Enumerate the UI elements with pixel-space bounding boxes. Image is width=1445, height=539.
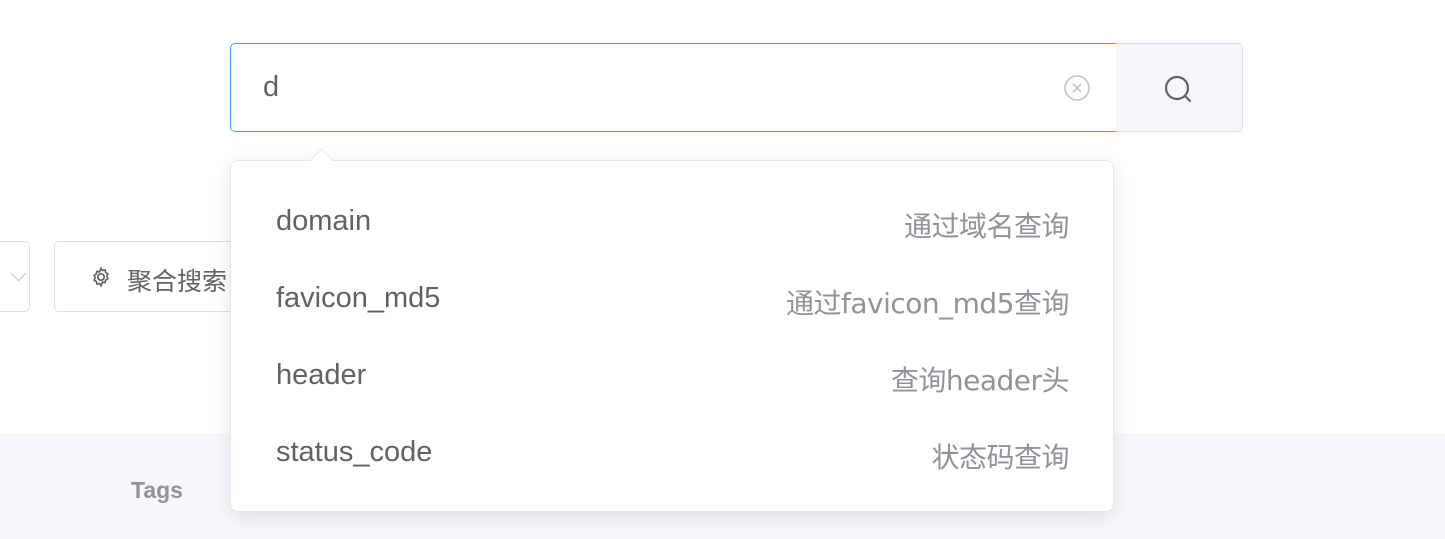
aggregate-search-label: 聚合搜索: [127, 267, 228, 296]
suggestion-item-domain[interactable]: domain 通过域名查询: [231, 184, 1113, 261]
filter-select[interactable]: [0, 241, 30, 312]
column-header-tags: Tags: [131, 477, 183, 503]
search-field[interactable]: [230, 43, 1117, 132]
suggestion-item-status-code[interactable]: status_code 状态码查询: [231, 415, 1113, 492]
suggestion-key: status_code: [276, 436, 433, 468]
suggestion-key: domain: [276, 205, 372, 237]
search-icon: [1164, 75, 1192, 103]
suggestion-list: domain 通过域名查询 favicon_md5 通过favicon_md5查…: [231, 184, 1113, 492]
suggestion-item-favicon-md5[interactable]: favicon_md5 通过favicon_md5查询: [231, 261, 1113, 338]
suggestion-dropdown: domain 通过域名查询 favicon_md5 通过favicon_md5查…: [230, 160, 1114, 512]
suggestion-key: favicon_md5: [276, 282, 441, 314]
suggestion-key: header: [276, 359, 367, 391]
search-button[interactable]: [1116, 43, 1243, 132]
suggestion-description: 通过域名查询: [903, 210, 1070, 243]
suggestion-description: 查询header头: [890, 364, 1070, 397]
suggestion-description: 状态码查询: [931, 441, 1069, 474]
circle-close-icon[interactable]: [1062, 73, 1092, 103]
chevron-down-icon: [10, 265, 27, 282]
search-input[interactable]: [263, 64, 1043, 110]
suggestion-description: 通过favicon_md5查询: [785, 287, 1070, 320]
gear-icon: [93, 266, 109, 288]
aggregate-search-button[interactable]: 聚合搜索: [54, 241, 254, 312]
suggestion-item-header[interactable]: header 查询header头: [231, 338, 1113, 415]
